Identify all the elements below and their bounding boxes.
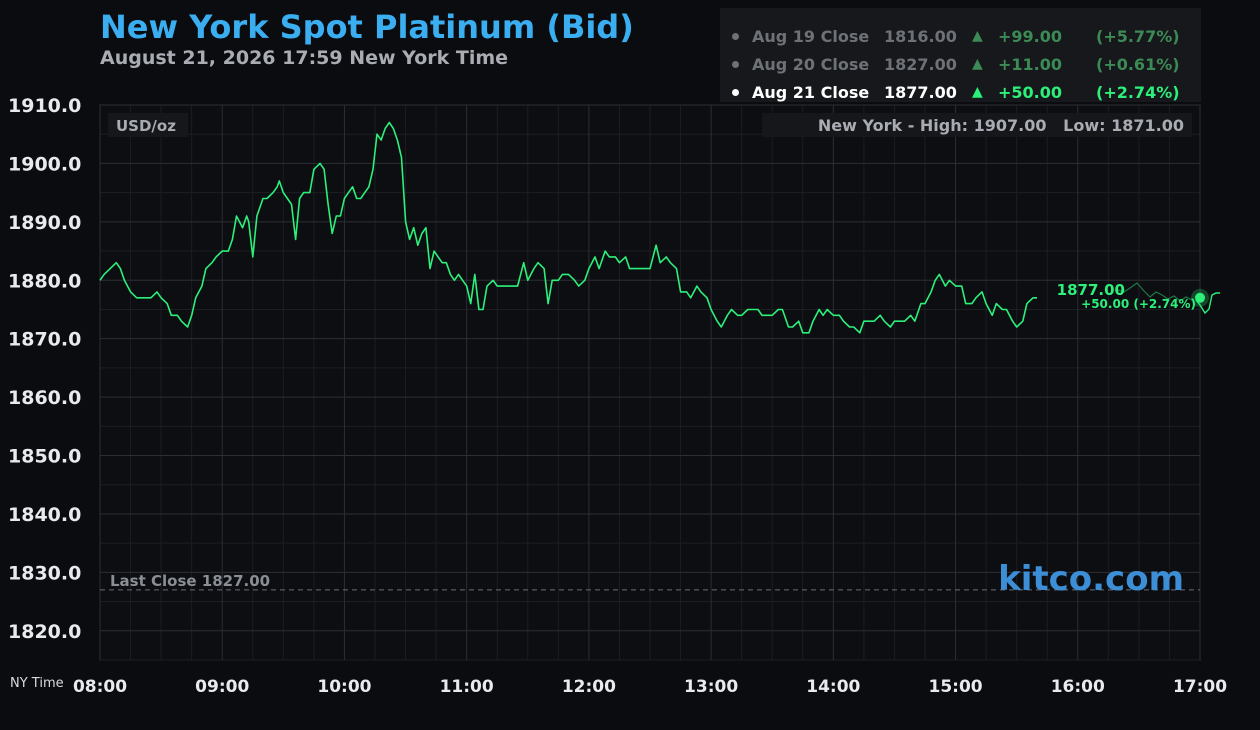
y-tick-label: 1830.0	[8, 562, 81, 584]
unit-label: USD/oz	[116, 117, 176, 135]
x-tick-label: 16:00	[1051, 677, 1105, 697]
x-tick-label: 08:00	[73, 677, 127, 697]
x-tick-label: 11:00	[440, 677, 494, 697]
x-tick-label: 15:00	[928, 677, 982, 697]
price-chart: 1910.0 1900.0 1890.0 1880.0 1870.0 1860.0 1850…	[8, 95, 1227, 697]
x-tick-label: 09:00	[195, 677, 249, 697]
y-tick-label: 1860.0	[8, 387, 81, 409]
y-tick-label: 1910.0	[8, 95, 81, 117]
x-tick-label: 12:00	[562, 677, 616, 697]
current-marker-icon	[1195, 292, 1205, 303]
x-axis-labels: 08:00 09:00 10:00 11:00 12:00 13:00 14:00 15:00…	[73, 677, 1227, 697]
current-change-label: +50.00 (+2.74%)	[1081, 297, 1196, 311]
high-low-label: New York - High: 1907.00 Low: 1871.00	[818, 116, 1184, 135]
x-tick-label: 17:00	[1173, 677, 1227, 697]
last-close-label: Last Close 1827.00	[110, 572, 270, 590]
y-tick-label: 1900.0	[8, 153, 81, 175]
y-tick-label: 1880.0	[8, 270, 81, 292]
kitco-watermark: kitco.com	[998, 559, 1184, 599]
y-axis-labels: 1910.0 1900.0 1890.0 1880.0 1870.0 1860.0 1850…	[8, 95, 81, 643]
y-tick-label: 1870.0	[8, 329, 81, 351]
x-tick-label: 14:00	[806, 677, 860, 697]
y-tick-label: 1850.0	[8, 446, 81, 468]
x-tick-label: 13:00	[684, 677, 738, 697]
y-tick-label: 1840.0	[8, 504, 81, 526]
x-tick-label: 10:00	[317, 677, 371, 697]
y-tick-label: 1890.0	[8, 212, 81, 234]
y-tick-label: 1820.0	[8, 621, 81, 643]
x-axis-name: NY Time	[10, 676, 64, 691]
